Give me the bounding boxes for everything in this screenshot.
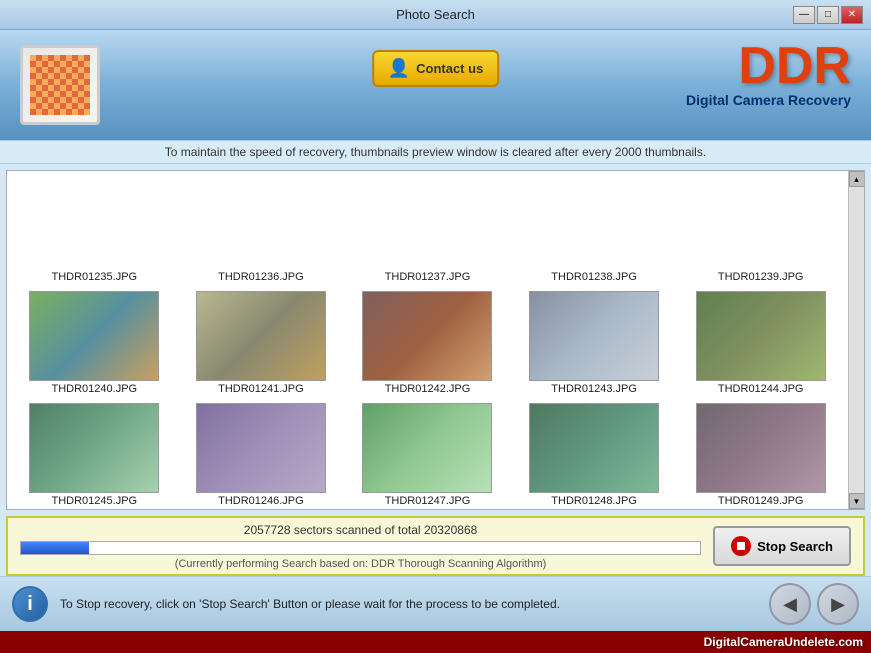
scroll-up-arrow[interactable]: ▲ <box>849 171 865 187</box>
thumb-cell-1244[interactable]: THDR01244.JPG <box>677 287 844 399</box>
progress-algorithm-text: (Currently performing Search based on: D… <box>20 558 701 570</box>
thumbnail-1248 <box>529 403 659 493</box>
thumbnail-1241 <box>196 291 326 381</box>
thumb-cell-1246[interactable]: THDR01246.JPG <box>178 399 345 509</box>
scanned-sectors-value: 2057728 <box>244 523 291 537</box>
sectors-of-label: sectors scanned of total <box>294 523 424 537</box>
thumb-label-1235: THDR01235.JPG <box>52 271 138 283</box>
forward-button[interactable]: ▶ <box>817 583 859 625</box>
thumb-label-1242: THDR01242.JPG <box>385 383 471 395</box>
app-logo <box>20 45 100 125</box>
total-sectors-value: 20320868 <box>424 523 477 537</box>
logo-checker-icon <box>30 55 90 115</box>
thumb-label-1249: THDR01249.JPG <box>718 495 804 507</box>
stop-icon <box>731 536 751 556</box>
ddr-brand: DDR Digital Camera Recovery <box>686 40 851 108</box>
thumb-cell-1243[interactable]: THDR01243.JPG <box>511 287 678 399</box>
thumb-label-1243: THDR01243.JPG <box>551 383 637 395</box>
stop-search-label: Stop Search <box>757 539 833 554</box>
thumb-label-1245: THDR01245.JPG <box>52 495 138 507</box>
thumbnail-1240 <box>29 291 159 381</box>
thumb-label-1247: THDR01247.JPG <box>385 495 471 507</box>
close-button[interactable]: ✕ <box>841 6 863 24</box>
titlebar: Photo Search — □ ✕ <box>0 0 871 30</box>
thumbnail-grid: THDR01235.JPG THDR01236.JPG THDR01237.JP… <box>7 171 848 509</box>
thumb-cell-1238[interactable]: THDR01238.JPG <box>511 175 678 287</box>
thumb-label-1239: THDR01239.JPG <box>718 271 804 283</box>
back-button[interactable]: ◀ <box>769 583 811 625</box>
stop-search-button[interactable]: Stop Search <box>713 526 851 566</box>
ddr-title: DDR <box>686 40 851 92</box>
thumb-label-1244: THDR01244.JPG <box>718 383 804 395</box>
thumb-label-1246: THDR01246.JPG <box>218 495 304 507</box>
thumbnail-1249 <box>696 403 826 493</box>
scroll-down-arrow[interactable]: ▼ <box>849 493 865 509</box>
thumb-label-1238: THDR01238.JPG <box>551 271 637 283</box>
progress-area: 2057728 sectors scanned of total 2032086… <box>6 516 865 576</box>
progress-sectors-text: 2057728 sectors scanned of total 2032086… <box>20 523 701 537</box>
brand-bar: DigitalCameraUndelete.com <box>0 631 871 653</box>
info-bar-text: To maintain the speed of recovery, thumb… <box>165 145 706 159</box>
navigation-buttons: ◀ ▶ <box>769 583 859 625</box>
contact-label: Contact us <box>416 61 483 76</box>
window-controls: — □ ✕ <box>793 6 863 24</box>
thumb-cell-1240[interactable]: THDR01240.JPG <box>11 287 178 399</box>
contact-button[interactable]: 👤 Contact us <box>372 50 500 87</box>
thumb-label-1240: THDR01240.JPG <box>52 383 138 395</box>
footer-text: To Stop recovery, click on 'Stop Search'… <box>60 597 757 611</box>
thumb-label-1236: THDR01236.JPG <box>218 271 304 283</box>
thumbnail-1242 <box>362 291 492 381</box>
thumb-cell-1236[interactable]: THDR01236.JPG <box>178 175 345 287</box>
thumb-cell-1239[interactable]: THDR01239.JPG <box>677 175 844 287</box>
footer-bar: i To Stop recovery, click on 'Stop Searc… <box>0 576 871 631</box>
thumb-cell-1249[interactable]: THDR01249.JPG <box>677 399 844 509</box>
thumb-cell-1245[interactable]: THDR01245.JPG <box>11 399 178 509</box>
thumbnail-1244 <box>696 291 826 381</box>
info-icon: i <box>12 586 48 622</box>
thumb-label-1241: THDR01241.JPG <box>218 383 304 395</box>
thumbnail-1245 <box>29 403 159 493</box>
thumbnail-area: THDR01235.JPG THDR01236.JPG THDR01237.JP… <box>6 170 865 510</box>
maximize-button[interactable]: □ <box>817 6 839 24</box>
ddr-subtitle: Digital Camera Recovery <box>686 92 851 108</box>
progress-bar-fill <box>21 542 89 554</box>
thumb-cell-1247[interactable]: THDR01247.JPG <box>344 399 511 509</box>
thumb-cell-1237[interactable]: THDR01237.JPG <box>344 175 511 287</box>
progress-bar <box>20 541 701 555</box>
thumb-cell-1241[interactable]: THDR01241.JPG <box>178 287 345 399</box>
thumb-label-1237: THDR01237.JPG <box>385 271 471 283</box>
thumb-cell-1248[interactable]: THDR01248.JPG <box>511 399 678 509</box>
thumb-cell-1242[interactable]: THDR01242.JPG <box>344 287 511 399</box>
progress-info: 2057728 sectors scanned of total 2032086… <box>20 523 701 570</box>
info-bar: To maintain the speed of recovery, thumb… <box>0 140 871 164</box>
minimize-button[interactable]: — <box>793 6 815 24</box>
thumb-cell-1235[interactable]: THDR01235.JPG <box>11 175 178 287</box>
thumbnail-scrollbar[interactable]: ▲ ▼ <box>848 171 864 509</box>
thumbnail-1243 <box>529 291 659 381</box>
thumbnail-1246 <box>196 403 326 493</box>
stop-square-icon <box>737 542 745 550</box>
titlebar-title: Photo Search <box>396 7 475 22</box>
thumbnail-1247 <box>362 403 492 493</box>
app-header: 👤 Contact us DDR Digital Camera Recovery <box>0 30 871 140</box>
brand-url: DigitalCameraUndelete.com <box>704 635 863 649</box>
thumb-label-1248: THDR01248.JPG <box>551 495 637 507</box>
